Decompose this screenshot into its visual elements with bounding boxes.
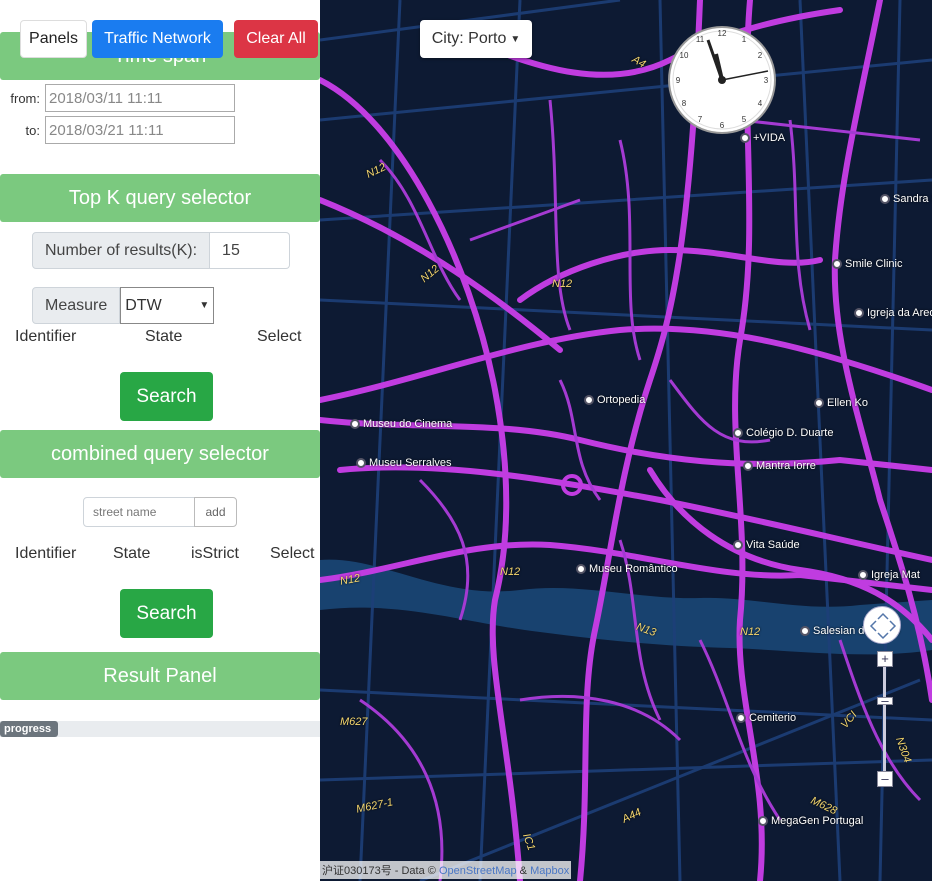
svg-text:9: 9 xyxy=(676,76,681,85)
poi-icon xyxy=(584,395,594,406)
measure-value: DTW xyxy=(125,296,162,314)
to-label: to: xyxy=(25,123,40,138)
query-panel: Time span from: to: Top K query selector… xyxy=(0,0,320,881)
result-header: Result Panel xyxy=(0,652,320,700)
poi-smile-clinic[interactable]: Smile Clinic xyxy=(832,259,902,270)
measure-group: Measure DTW ▼ xyxy=(32,287,215,324)
panels-button[interactable]: Panels xyxy=(20,20,87,58)
road-label: N12 xyxy=(740,626,761,638)
combined-search-button[interactable]: Search xyxy=(120,589,213,638)
dropdown-caret-icon: ▼ xyxy=(199,300,210,311)
poi-museu-romantico[interactable]: Museu Romântico xyxy=(576,564,678,575)
pan-control[interactable] xyxy=(863,606,901,644)
combined-header: combined query selector xyxy=(0,430,320,478)
poi-vida[interactable]: +VIDA xyxy=(740,133,785,144)
road-label: N12 xyxy=(500,566,521,578)
poi-icon xyxy=(733,428,743,439)
poi-vita-saude[interactable]: Vita Saúde xyxy=(733,540,800,551)
poi-icon xyxy=(814,398,824,409)
zoom-control: + – – xyxy=(877,651,893,789)
poi-mantra[interactable]: Mantra Iorre xyxy=(743,461,816,472)
poi-museu-serralves[interactable]: Museu Serralves xyxy=(356,458,452,469)
svg-text:2: 2 xyxy=(758,51,763,60)
city-label: City: Porto xyxy=(431,30,507,47)
road-network xyxy=(320,0,932,881)
measure-label: Measure xyxy=(32,287,121,324)
poi-ortopedia[interactable]: Ortopedia xyxy=(584,395,645,406)
road-label: M627 xyxy=(340,716,368,728)
poi-colegio-duarte[interactable]: Colégio D. Duarte xyxy=(733,428,833,439)
zoom-track[interactable] xyxy=(883,667,886,775)
k-input[interactable]: 15 xyxy=(210,232,291,269)
poi-igreja-areosa[interactable]: Igreja da Areosa xyxy=(854,308,932,319)
svg-text:8: 8 xyxy=(682,99,687,108)
city-dropdown[interactable]: City: Porto ▼ xyxy=(420,20,532,58)
k-label: Number of results(K): xyxy=(32,232,211,269)
combined-col-state: State xyxy=(113,545,151,562)
progress-bar: progress xyxy=(0,721,58,737)
poi-icon xyxy=(854,308,864,319)
poi-sandra-sousa[interactable]: Sandra Sousa xyxy=(880,194,932,205)
progress-track: progress xyxy=(0,721,320,737)
poi-cemiterio[interactable]: Cemiterio xyxy=(736,713,796,724)
poi-icon xyxy=(350,419,360,430)
svg-text:6: 6 xyxy=(720,121,725,130)
topk-search-button[interactable]: Search xyxy=(120,372,213,421)
zoom-in-button[interactable]: + xyxy=(877,651,893,667)
topk-header: Top K query selector xyxy=(0,174,320,222)
poi-icon xyxy=(800,626,810,637)
from-date-input[interactable] xyxy=(45,84,235,112)
combined-col-isstrict: isStrict xyxy=(191,545,239,562)
from-label: from: xyxy=(10,91,40,106)
svg-text:11: 11 xyxy=(696,35,705,44)
poi-icon xyxy=(736,713,746,724)
svg-text:12: 12 xyxy=(718,29,727,38)
poi-museu-cinema[interactable]: Museu do Cinema xyxy=(350,419,452,430)
combined-col-identifier: Identifier xyxy=(15,545,77,562)
poi-icon xyxy=(733,540,743,551)
map-attribution: 沪证030173号 - Data © OpenStreetMap & Mapbo… xyxy=(320,861,572,879)
poi-icon xyxy=(858,570,868,581)
osm-link[interactable]: OpenStreetMap xyxy=(439,865,517,877)
measure-select[interactable]: DTW ▼ xyxy=(120,287,215,324)
svg-text:4: 4 xyxy=(758,99,763,108)
combined-col-select: Select xyxy=(270,545,315,562)
poi-ellen[interactable]: Ellen Ko xyxy=(814,398,868,409)
zoom-slider-handle[interactable]: – xyxy=(877,694,893,707)
poi-icon xyxy=(758,816,768,827)
clock-widget: 1212 345 678 91011 xyxy=(668,26,776,134)
poi-icon xyxy=(832,259,842,270)
zoom-out-button[interactable]: – xyxy=(877,771,893,787)
svg-text:5: 5 xyxy=(742,115,747,124)
poi-icon xyxy=(576,564,586,575)
traffic-network-button[interactable]: Traffic Network xyxy=(92,20,223,58)
topk-col-identifier: Identifier xyxy=(15,328,77,345)
k-input-group: Number of results(K): 15 xyxy=(32,232,291,269)
to-date-input[interactable] xyxy=(45,116,235,144)
svg-text:10: 10 xyxy=(680,51,689,60)
svg-text:1: 1 xyxy=(742,35,747,44)
mapbox-link[interactable]: Mapbox xyxy=(530,865,569,877)
street-name-input[interactable]: street name xyxy=(83,497,195,527)
svg-text:7: 7 xyxy=(698,115,703,124)
poi-megagen[interactable]: MegaGen Portugal xyxy=(758,816,863,827)
dropdown-caret-icon: ▼ xyxy=(510,33,521,45)
poi-icon xyxy=(880,194,890,205)
topk-col-state: State xyxy=(145,328,183,345)
map-view[interactable]: 1212 345 678 91011 +VIDA Sandra Sousa Sm… xyxy=(320,0,932,881)
pan-arrows-icon xyxy=(869,612,897,640)
poi-icon xyxy=(740,133,750,144)
add-street-button[interactable]: add xyxy=(194,497,237,527)
poi-igreja-mat[interactable]: Igreja Mat xyxy=(858,570,920,581)
poi-icon xyxy=(356,458,366,469)
clear-all-button[interactable]: Clear All xyxy=(234,20,318,58)
svg-text:3: 3 xyxy=(764,76,769,85)
road-label: N12 xyxy=(552,278,573,290)
topk-col-select: Select xyxy=(257,328,302,345)
poi-icon xyxy=(743,461,753,472)
